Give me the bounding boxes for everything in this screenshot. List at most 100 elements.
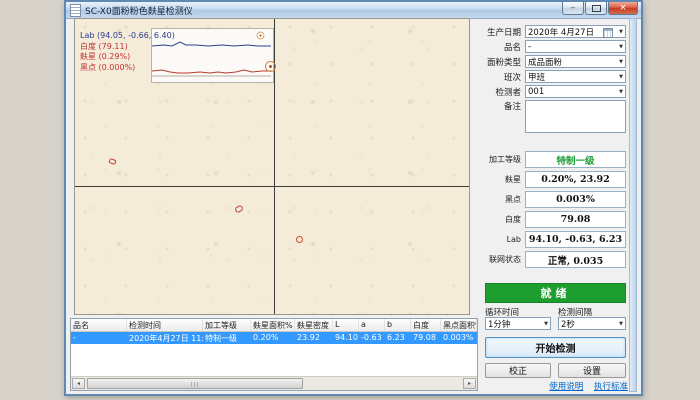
form-row-product-name: 品名 - ▼ — [485, 40, 626, 53]
maximize-button[interactable] — [585, 2, 607, 15]
shift-value: 甲班 — [528, 71, 545, 83]
form-row-shift: 班次 甲班 ▼ — [485, 70, 626, 83]
table-row-selected[interactable]: - 2020年4月27日 11:10 特制一级 0.20% 23.92 94.1… — [71, 332, 477, 344]
interval-value: 2秒 — [561, 318, 575, 330]
window-title: SC-X0面粉粉色麸星检测仪 — [85, 4, 193, 17]
flour-type-value: 成品面粉 — [528, 56, 562, 68]
bran-speck-marker — [108, 158, 116, 165]
result-row-bran: 麸星 0.20%, 23.92 — [485, 171, 626, 188]
lab-label: Lab — [485, 235, 521, 244]
product-name-value: - — [528, 42, 531, 52]
scrollbar-track[interactable] — [86, 378, 462, 389]
column-header-whiteness[interactable]: 白度 — [411, 319, 441, 331]
cell-whiteness: 79.08 — [411, 332, 441, 344]
chevron-down-icon: ▼ — [619, 59, 623, 65]
network-status-value: 正常, 0.035 — [525, 251, 626, 268]
chevron-down-icon: ▼ — [619, 89, 623, 95]
bran-speck-marker — [257, 32, 265, 40]
result-row-lab: Lab 94.10, -0.63, 6.23 — [485, 231, 626, 248]
results-panel: 加工等级 特制一级 麸星 0.20%, 23.92 黑点 0.003% 白度 7… — [485, 151, 626, 271]
minimize-icon: − — [570, 5, 576, 12]
bran-speck-marker — [265, 61, 276, 72]
start-detection-button[interactable]: 开始检测 — [485, 337, 626, 358]
cell-bran-area: 0.20% — [251, 332, 295, 344]
column-header-test-time[interactable]: 检测时间 — [127, 319, 203, 331]
cycle-time-select[interactable]: 1分钟 ▼ — [485, 317, 551, 330]
whiteness-label: 白度 — [485, 214, 521, 225]
status-ready-banner: 就绪 — [485, 283, 626, 303]
close-icon: × — [619, 4, 627, 13]
interval-select[interactable]: 2秒 ▼ — [558, 317, 626, 330]
maximize-icon — [592, 5, 601, 12]
manual-link[interactable]: 使用说明 — [549, 382, 583, 392]
form-row-inspector: 检测者 001 ▼ — [485, 85, 626, 98]
column-header-b[interactable]: b — [385, 319, 411, 331]
cell-product-name: - — [71, 332, 127, 344]
result-row-whiteness: 白度 79.08 — [485, 211, 626, 228]
inspector-value: 001 — [528, 87, 544, 97]
crosshair-horizontal-line — [75, 186, 469, 187]
remarks-label: 备注 — [485, 100, 521, 112]
bran-speck-marker — [234, 204, 244, 213]
minimize-button[interactable]: − — [562, 2, 584, 15]
settings-button[interactable]: 设置 — [558, 363, 626, 378]
column-header-a[interactable]: a — [359, 319, 385, 331]
production-date-label: 生产日期 — [485, 26, 521, 38]
flour-type-select[interactable]: 成品面粉 ▼ — [525, 55, 626, 68]
result-row-blackspot: 黑点 0.003% — [485, 191, 626, 208]
column-header-L[interactable]: L — [333, 319, 359, 331]
bran-speck-marker — [296, 236, 303, 243]
production-date-value: 2020年 4月27日 — [528, 26, 594, 38]
overlay-blackspot-reading: 黑点 (0.000%) — [80, 63, 175, 74]
production-date-picker[interactable]: 2020年 4月27日 ▼ — [525, 25, 626, 38]
standard-link[interactable]: 执行标准 — [594, 382, 628, 392]
overlay-bran-reading: 麸星 (0.29%) — [80, 52, 175, 63]
cell-black-area: 0.003% — [441, 332, 477, 344]
cell-grade: 特制一级 — [203, 332, 251, 344]
grade-value: 特制一级 — [525, 151, 626, 168]
column-header-product-name[interactable]: 品名 — [71, 319, 127, 331]
calibrate-button[interactable]: 校正 — [485, 363, 551, 378]
product-name-label: 品名 — [485, 41, 521, 53]
inspector-label: 检测者 — [485, 86, 521, 98]
shift-select[interactable]: 甲班 ▼ — [525, 70, 626, 83]
column-header-grade[interactable]: 加工等级 — [203, 319, 251, 331]
cycle-time-value: 1分钟 — [488, 318, 510, 330]
horizontal-scrollbar[interactable]: ◂ ▸ — [71, 376, 477, 390]
inspector-select[interactable]: 001 ▼ — [525, 85, 626, 98]
app-icon — [70, 4, 81, 17]
form-row-production-date: 生产日期 2020年 4月27日 ▼ — [485, 25, 626, 38]
scroll-left-arrow[interactable]: ◂ — [72, 378, 85, 389]
desktop-background: SC-X0面粉粉色麸星检测仪 − × — [0, 0, 700, 400]
live-readings-overlay: Lab (94.05, -0.66, 6.40) 白度 (79.11) 麸星 (… — [80, 31, 175, 73]
scroll-right-arrow[interactable]: ▸ — [463, 378, 476, 389]
chevron-down-icon: ▼ — [619, 29, 623, 35]
flour-type-label: 面粉类型 — [485, 56, 521, 68]
column-header-bran-density[interactable]: 麸星密度 — [295, 319, 333, 331]
remarks-textarea[interactable] — [525, 100, 626, 133]
network-status-label: 联网状态 — [485, 254, 521, 265]
column-header-bran-area[interactable]: 麸星面积% — [251, 319, 295, 331]
result-row-grade: 加工等级 特制一级 — [485, 151, 626, 168]
chevron-down-icon: ▼ — [619, 44, 623, 50]
product-name-select[interactable]: - ▼ — [525, 40, 626, 53]
shift-label: 班次 — [485, 71, 521, 83]
cell-b: 6.23 — [385, 332, 411, 344]
grade-label: 加工等级 — [485, 154, 521, 165]
form-row-flour-type: 面粉类型 成品面粉 ▼ — [485, 55, 626, 68]
cell-a: -0.63 — [359, 332, 385, 344]
bran-value: 0.20%, 23.92 — [525, 171, 626, 188]
lab-value: 94.10, -0.63, 6.23 — [525, 231, 626, 248]
scrollbar-thumb[interactable] — [87, 378, 303, 389]
title-bar[interactable]: SC-X0面粉粉色麸星检测仪 − × — [66, 2, 641, 19]
chevron-down-icon: ▼ — [544, 321, 548, 327]
close-button[interactable]: × — [608, 2, 638, 15]
table-empty-area — [71, 344, 477, 376]
result-row-network-status: 联网状态 正常, 0.035 — [485, 251, 626, 268]
right-panel-scrollbar[interactable] — [629, 18, 637, 392]
history-table: 品名 检测时间 加工等级 麸星面积% 麸星密度 L a b 白度 黑点面积% -… — [70, 318, 478, 391]
chevron-down-icon: ▼ — [619, 321, 623, 327]
column-header-black-area[interactable]: 黑点面积% — [441, 319, 477, 331]
whiteness-value: 79.08 — [525, 211, 626, 228]
sample-image-view: Lab (94.05, -0.66, 6.40) 白度 (79.11) 麸星 (… — [74, 18, 470, 315]
